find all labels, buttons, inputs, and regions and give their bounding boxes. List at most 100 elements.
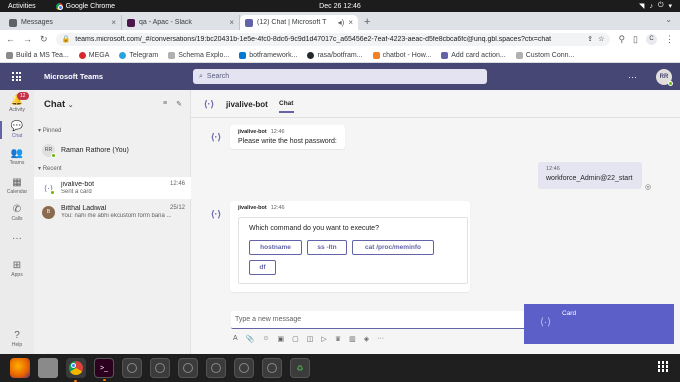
rail-item-more[interactable]: ··· [0,233,34,245]
card-question: Which command do you want to execute? [249,225,379,232]
conversation-title: jivalive-bot [226,100,268,109]
address-bar[interactable]: 🔒 teams.microsoft.com/_#/conversations/1… [55,32,611,46]
extensions-icon[interactable]: ⚲ [618,34,625,45]
bot-card-message: jivalive-bot 12:46 Which command do you w… [230,201,470,292]
new-tab-button[interactable]: + [364,15,370,30]
browser-toolbar: ← → ↻ 🔒 teams.microsoft.com/_#/conversat… [0,30,680,48]
rail-item-apps[interactable]: ⊞ Apps [0,260,34,278]
user-avatar[interactable]: RR [656,69,673,86]
rail-item-help[interactable]: ? Help [0,330,34,348]
lock-icon[interactable]: 🔒 [62,35,71,43]
filter-icon[interactable]: ≡ [163,100,167,108]
bookmark-item[interactable]: Schema Explo... [168,51,229,59]
praise-icon[interactable]: ♛ [335,335,341,343]
bookmark-item[interactable]: Add card action... [441,51,506,59]
sticker-icon[interactable]: ▢ [292,335,299,343]
rail-label: Apps [11,272,23,278]
rail-item-calendar[interactable]: ▦ Calendar [0,177,34,195]
tab-search-icon[interactable]: ⌄ [665,15,672,24]
generic-app-icon[interactable] [206,358,226,378]
browser-tab-slack[interactable]: qa - Apac - Slack × [122,15,240,30]
stream-icon[interactable]: ▥ [349,335,356,343]
new-chat-icon[interactable]: ✎ [176,100,182,108]
bookmarks-bar: Build a MS Tea... MEGA Telegram Schema E… [0,48,680,63]
clock[interactable]: Dec 26 12:46 [319,3,361,10]
active-app-name: Google Chrome [65,2,116,10]
bookmark-star-icon[interactable]: ☆ [598,35,604,43]
search-input[interactable]: ⌕ Search [193,69,487,84]
app-rail: 🔔 12 Activity 💬 Chat 👥 Teams ▦ Calendar ✆ Call… [0,90,34,354]
bookmark-item[interactable]: MEGA [78,51,109,59]
calendar-icon: ▦ [12,177,22,188]
recent-section-header[interactable]: ▾ Recent [38,165,62,172]
bookmark-item[interactable]: chatbot - How... [372,51,431,59]
trash-icon[interactable]: ♻ [290,358,310,378]
generic-app-icon[interactable] [122,358,142,378]
rail-item-teams[interactable]: 👥 Teams [0,148,34,166]
stackoverflow-icon [372,51,380,59]
tab-chat[interactable]: Chat [279,100,295,113]
chat-time: 12:46 [169,181,185,187]
active-app-menu[interactable]: Google Chrome [55,2,116,10]
rail-item-calls[interactable]: ✆ Calls [0,204,34,222]
back-icon[interactable]: ← [6,34,15,44]
bookmark-label: Add card action... [451,51,506,59]
audio-icon[interactable]: ◂) [338,18,345,27]
close-icon[interactable]: × [229,18,234,27]
chat-row-bitthal[interactable]: B Bitthal Ladiwal You: nahi me abhi ekcus… [34,201,191,223]
rail-item-activity[interactable]: 🔔 12 Activity [0,92,34,113]
activities-button[interactable]: Activities [8,3,36,10]
bookmark-item[interactable]: rasa/botfram... [307,51,363,59]
rail-item-chat[interactable]: 💬 Chat [0,121,34,139]
generic-app-icon[interactable] [262,358,282,378]
chrome-dock-icon[interactable] [66,358,86,382]
app-launcher-icon[interactable] [12,72,21,81]
share-icon[interactable]: ⇪ [587,35,593,43]
system-tray[interactable]: ◥ ♪ ⏻ ▾ [639,2,672,10]
side-panel-icon[interactable]: ▯ [633,34,638,45]
attach-icon[interactable]: 📎 [246,335,255,343]
bookmark-item[interactable]: botframework... [239,51,298,59]
emoji-icon[interactable]: ☺ [262,335,269,343]
bookmark-item[interactable]: Build a MS Tea... [6,51,69,59]
more-options-icon[interactable]: ··· [377,335,384,343]
hostname-button[interactable]: hostname [249,240,302,255]
generic-app-icon[interactable] [178,358,198,378]
terminal-icon[interactable]: >_ [94,358,114,381]
browser-menu-icon[interactable]: ⋮ [665,34,674,45]
loop-icon[interactable]: ◈ [364,335,369,343]
files-icon[interactable] [38,358,58,378]
generic-app-icon[interactable] [234,358,254,378]
bookmark-item[interactable]: Telegram [119,51,158,59]
close-icon[interactable]: × [111,18,116,27]
browser-tab-teams[interactable]: (12) Chat | Microsoft T ◂) × [240,15,358,30]
reload-icon[interactable]: ↻ [40,34,48,45]
chat-row-pinned[interactable]: RR Raman Rathore (You) [34,139,191,161]
gif-icon[interactable]: ▣ [278,335,285,343]
tab-title: Messages [21,19,53,26]
browser-tab-messages[interactable]: Messages × [4,15,122,30]
show-apps-icon[interactable] [657,361,668,372]
generic-app-icon[interactable] [150,358,170,378]
ss-ltn-button[interactable]: ss -ltn [307,240,347,255]
avatar: B [42,205,55,219]
close-icon[interactable]: × [348,18,353,27]
chevron-down-icon: ▾ [668,3,672,10]
dock: >_ ♻ [0,354,680,382]
more-options-icon[interactable]: ··· [628,72,637,82]
firefox-icon[interactable] [10,358,30,378]
pinned-section-header[interactable]: ▾ Pinned [38,127,61,134]
send-feedback-icon[interactable]: ▷ [321,335,326,343]
meet-now-icon[interactable]: ◫ [307,335,314,343]
cat-meminfo-button[interactable]: cat /proc/meminfo [352,240,434,255]
format-icon[interactable]: A [233,335,238,343]
bookmark-item[interactable]: Custom Conn... [515,51,574,59]
bookmark-label: botframework... [249,51,298,59]
profile-avatar[interactable]: C [646,33,657,45]
chat-preview: You: nahi me abhi ekcustom form bana ... [61,213,172,219]
chat-list-title[interactable]: Chat ⌄ [44,99,74,110]
card-notification[interactable]: ⟨·⟩ Card [524,304,674,344]
df-button[interactable]: df [249,260,276,275]
chat-row-jivalive-bot[interactable]: ⟨·⟩ jivalive-bot Sent a card 12:46 [34,177,191,199]
forward-icon[interactable]: → [23,34,32,44]
